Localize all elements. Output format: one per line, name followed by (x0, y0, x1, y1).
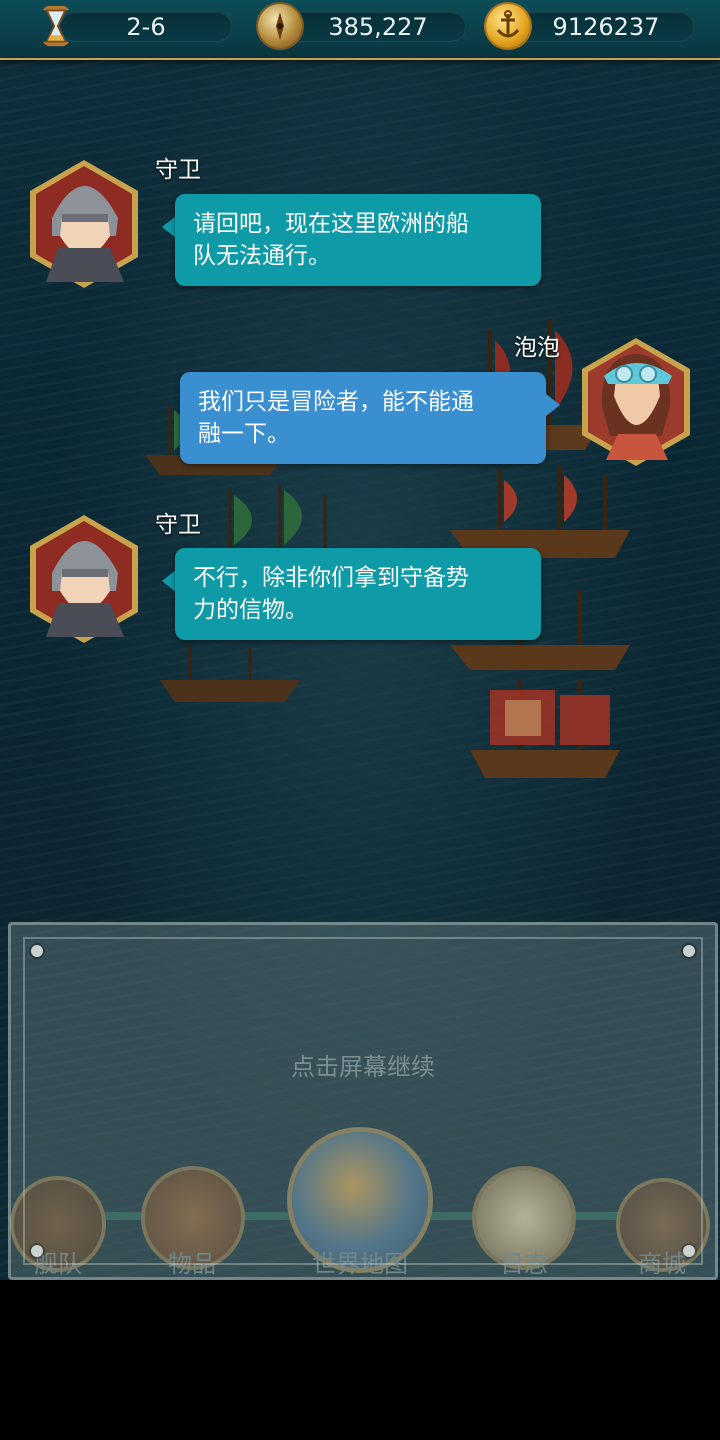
hourglass-icon (43, 5, 69, 47)
tap-to-continue-text: 点击屏幕继续 (291, 1053, 435, 1081)
guard-portrait (30, 160, 138, 288)
dialogue-bubble: 不行，除非你们拿到守备势 力的信物。 (175, 548, 541, 640)
compass-pill: 385,227 (280, 12, 466, 42)
level-value: 2-6 (126, 13, 166, 41)
rivet (31, 1245, 43, 1257)
dialogue-line: 不行，除非你们拿到守备势 (193, 565, 469, 591)
speaker-name: 泡泡 (514, 335, 560, 361)
paopao-portrait (582, 338, 690, 466)
compass-icon (258, 4, 302, 48)
guard-portrait (30, 515, 138, 643)
panel-frame (23, 937, 703, 1265)
rivet (683, 945, 695, 957)
bubble-tail (162, 216, 176, 238)
ship-illustration (160, 645, 300, 702)
dialogue-line: 请回吧，现在这里欧洲的船 (193, 211, 469, 237)
level-pill: 2-6 (60, 12, 232, 42)
dialogue-line: 我们只是冒险者，能不能通 (198, 389, 474, 415)
bubble-tail (162, 570, 176, 592)
resource-bar: 2-6 385,227 9126237 (0, 0, 720, 60)
rivet (31, 945, 43, 957)
rivet (683, 1245, 695, 1257)
dialogue-line: 队无法通行。 (193, 243, 331, 269)
dialogue-line: 力的信物。 (193, 597, 308, 623)
dialogue-bubble: 请回吧，现在这里欧洲的船 队无法通行。 (175, 194, 541, 286)
gold-pill: 9126237 (508, 12, 694, 42)
anchor-coin-icon (486, 4, 530, 48)
compass-value: 385,227 (328, 13, 428, 41)
navigation-bar-area (0, 1280, 720, 1440)
continue-panel[interactable]: 点击屏幕继续 (8, 922, 718, 1280)
game-screen[interactable]: 2-6 385,227 9126237 守卫 请回吧，现在这里欧洲的船 队无法通… (0, 0, 720, 1280)
speaker-name: 守卫 (155, 157, 201, 183)
speaker-name: 守卫 (155, 512, 201, 538)
bubble-tail (546, 394, 560, 416)
dialogue-line: 融一下。 (198, 421, 290, 447)
gold-value: 9126237 (552, 13, 660, 41)
dialogue-bubble: 我们只是冒险者，能不能通 融一下。 (180, 372, 546, 464)
ship-illustration (470, 680, 620, 778)
